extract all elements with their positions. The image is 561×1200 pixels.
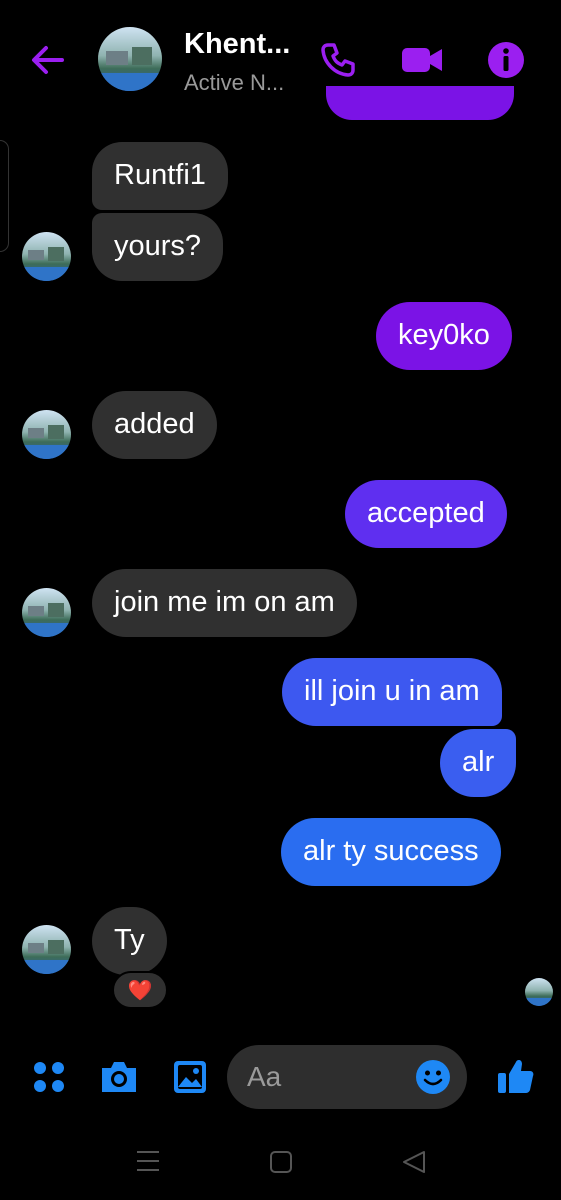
message-outgoing[interactable]: alr ty success bbox=[281, 818, 501, 886]
message-outgoing[interactable]: accepted bbox=[345, 480, 507, 548]
message-incoming[interactable]: yours? bbox=[92, 213, 224, 281]
camera-icon[interactable] bbox=[99, 1058, 139, 1096]
message-input[interactable]: Aa bbox=[227, 1045, 467, 1109]
info-icon[interactable] bbox=[486, 40, 526, 80]
contact-name[interactable]: Khent... bbox=[184, 28, 290, 61]
message-incoming[interactable]: Runtfi1 bbox=[92, 142, 228, 210]
message-outgoing[interactable]: ill join u in am bbox=[282, 658, 502, 726]
message-outgoing[interactable]: alr bbox=[440, 729, 517, 797]
contact-avatar-small bbox=[22, 925, 71, 974]
message-incoming[interactable]: Ty bbox=[92, 907, 167, 975]
contact-avatar-small bbox=[22, 410, 71, 459]
previous-outgoing-bubble bbox=[326, 86, 514, 120]
back-triangle-icon[interactable] bbox=[401, 1149, 427, 1175]
home-square-icon[interactable] bbox=[269, 1150, 293, 1174]
active-status: Active N... bbox=[184, 70, 285, 95]
heart-reaction[interactable]: ❤️ bbox=[112, 971, 168, 1009]
contact-avatar-small bbox=[22, 232, 71, 281]
emoji-icon[interactable] bbox=[415, 1059, 451, 1095]
message-outgoing[interactable]: key0ko bbox=[376, 302, 512, 370]
phone-icon[interactable] bbox=[318, 40, 358, 80]
contact-avatar-small bbox=[22, 588, 71, 637]
menu-icon[interactable] bbox=[135, 1149, 161, 1173]
image-icon[interactable] bbox=[172, 1059, 208, 1095]
message-input-placeholder: Aa bbox=[247, 1061, 282, 1092]
scroll-edge bbox=[0, 140, 9, 252]
message-incoming[interactable]: join me im on am bbox=[92, 569, 357, 637]
thumbs-up-icon[interactable] bbox=[496, 1056, 536, 1096]
video-camera-icon[interactable] bbox=[400, 40, 444, 80]
apps-grid-icon[interactable] bbox=[32, 1060, 66, 1094]
message-incoming[interactable]: added bbox=[92, 391, 217, 459]
back-arrow-icon[interactable] bbox=[28, 42, 68, 78]
contact-avatar[interactable] bbox=[98, 27, 162, 91]
seen-avatar bbox=[525, 978, 553, 1006]
